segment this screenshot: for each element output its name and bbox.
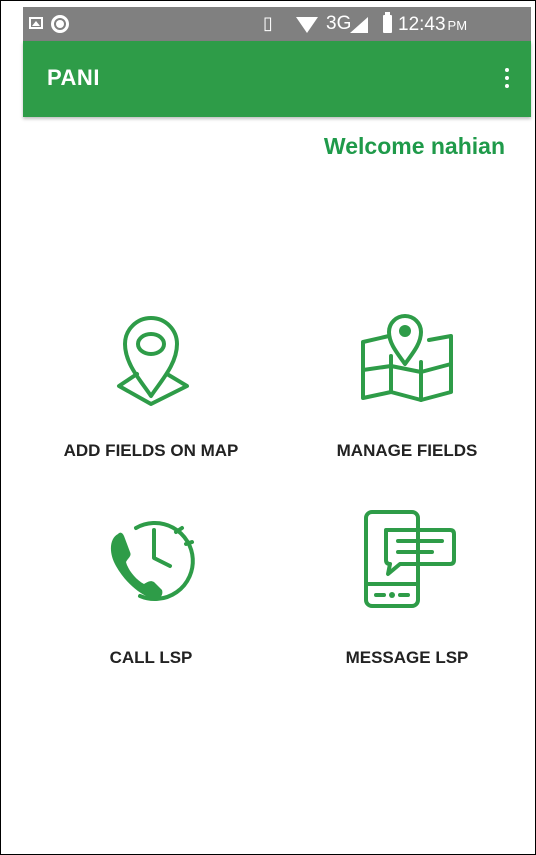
app-title: PANI	[47, 65, 100, 90]
add-fields-on-map-label: ADD FIELDS ON MAP	[63, 441, 239, 460]
folded-map-icon	[361, 314, 453, 402]
network-type: 3G	[326, 13, 352, 34]
message-lsp-label: MESSAGE LSP	[345, 648, 469, 667]
menu-dot	[505, 84, 509, 88]
phone-clock-icon	[110, 521, 195, 602]
battery-icon	[383, 12, 392, 33]
welcome-message: Welcome nahian	[323, 133, 505, 159]
phone-screen: ▯ 3G 12:43 PM PANI Welcome nahian ADD FIE…	[0, 0, 536, 855]
message-lsp-button[interactable]: MESSAGE LSP	[287, 506, 527, 686]
vibrate-icon: ▯	[263, 13, 273, 34]
menu-dot	[505, 76, 509, 80]
signal-icon	[350, 17, 368, 33]
manage-fields-label: MANAGE FIELDS	[336, 441, 478, 460]
clock-time: 12:43	[398, 14, 446, 35]
clock: 12:43 PM	[398, 15, 467, 36]
add-fields-on-map-button[interactable]: ADD FIELDS ON MAP	[31, 301, 271, 481]
image-icon	[29, 17, 43, 29]
call-lsp-button[interactable]: CALL LSP	[31, 506, 271, 686]
circle-icon	[51, 15, 69, 33]
manage-fields-button[interactable]: MANAGE FIELDS	[287, 301, 527, 481]
overflow-menu-icon[interactable]	[497, 61, 517, 95]
mobile-message-icon	[364, 510, 456, 608]
call-lsp-label: CALL LSP	[109, 648, 193, 667]
clock-ampm: PM	[447, 18, 468, 33]
menu-dot	[505, 68, 509, 72]
map-pin-icon	[117, 316, 189, 406]
status-bar: ▯ 3G 12:43 PM	[23, 7, 531, 41]
wifi-icon	[296, 17, 318, 33]
app-bar: PANI	[23, 41, 531, 117]
